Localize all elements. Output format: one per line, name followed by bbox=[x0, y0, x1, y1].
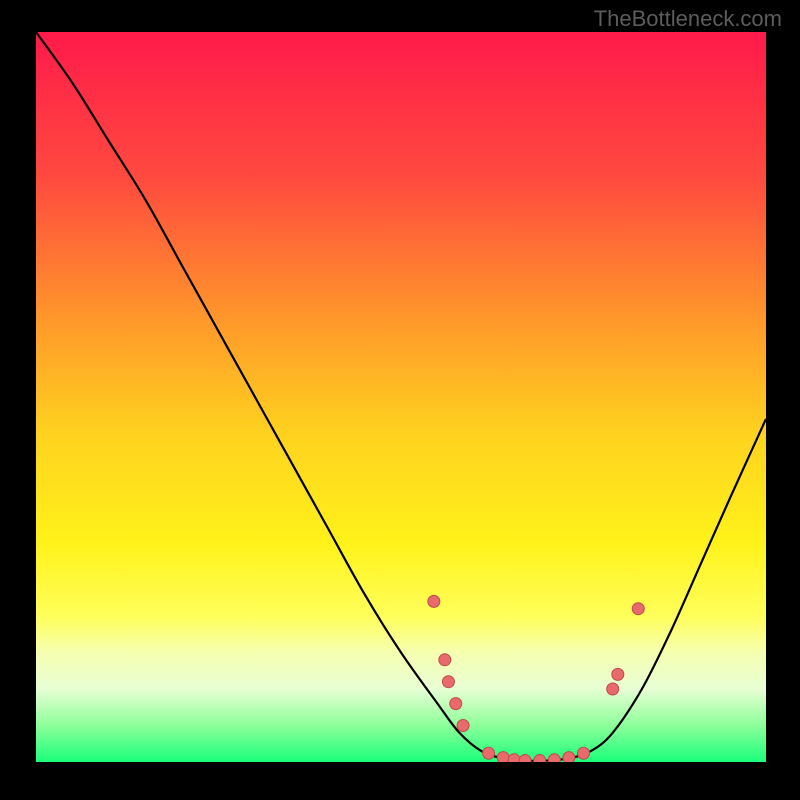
data-point bbox=[519, 755, 531, 762]
data-point bbox=[534, 755, 546, 762]
data-point bbox=[632, 603, 644, 615]
watermark-text: TheBottleneck.com bbox=[594, 6, 782, 32]
data-point bbox=[457, 720, 469, 732]
data-point bbox=[428, 595, 440, 607]
data-point bbox=[578, 747, 590, 759]
data-point bbox=[508, 754, 520, 762]
data-point bbox=[450, 698, 462, 710]
data-point bbox=[439, 654, 451, 666]
chart-scatter-points bbox=[36, 32, 766, 762]
data-point bbox=[483, 747, 495, 759]
chart-plot-area bbox=[36, 32, 766, 762]
data-point bbox=[612, 668, 624, 680]
data-point bbox=[548, 754, 560, 762]
data-point bbox=[497, 752, 509, 762]
data-point bbox=[442, 676, 454, 688]
data-point bbox=[607, 683, 619, 695]
data-point bbox=[563, 752, 575, 762]
